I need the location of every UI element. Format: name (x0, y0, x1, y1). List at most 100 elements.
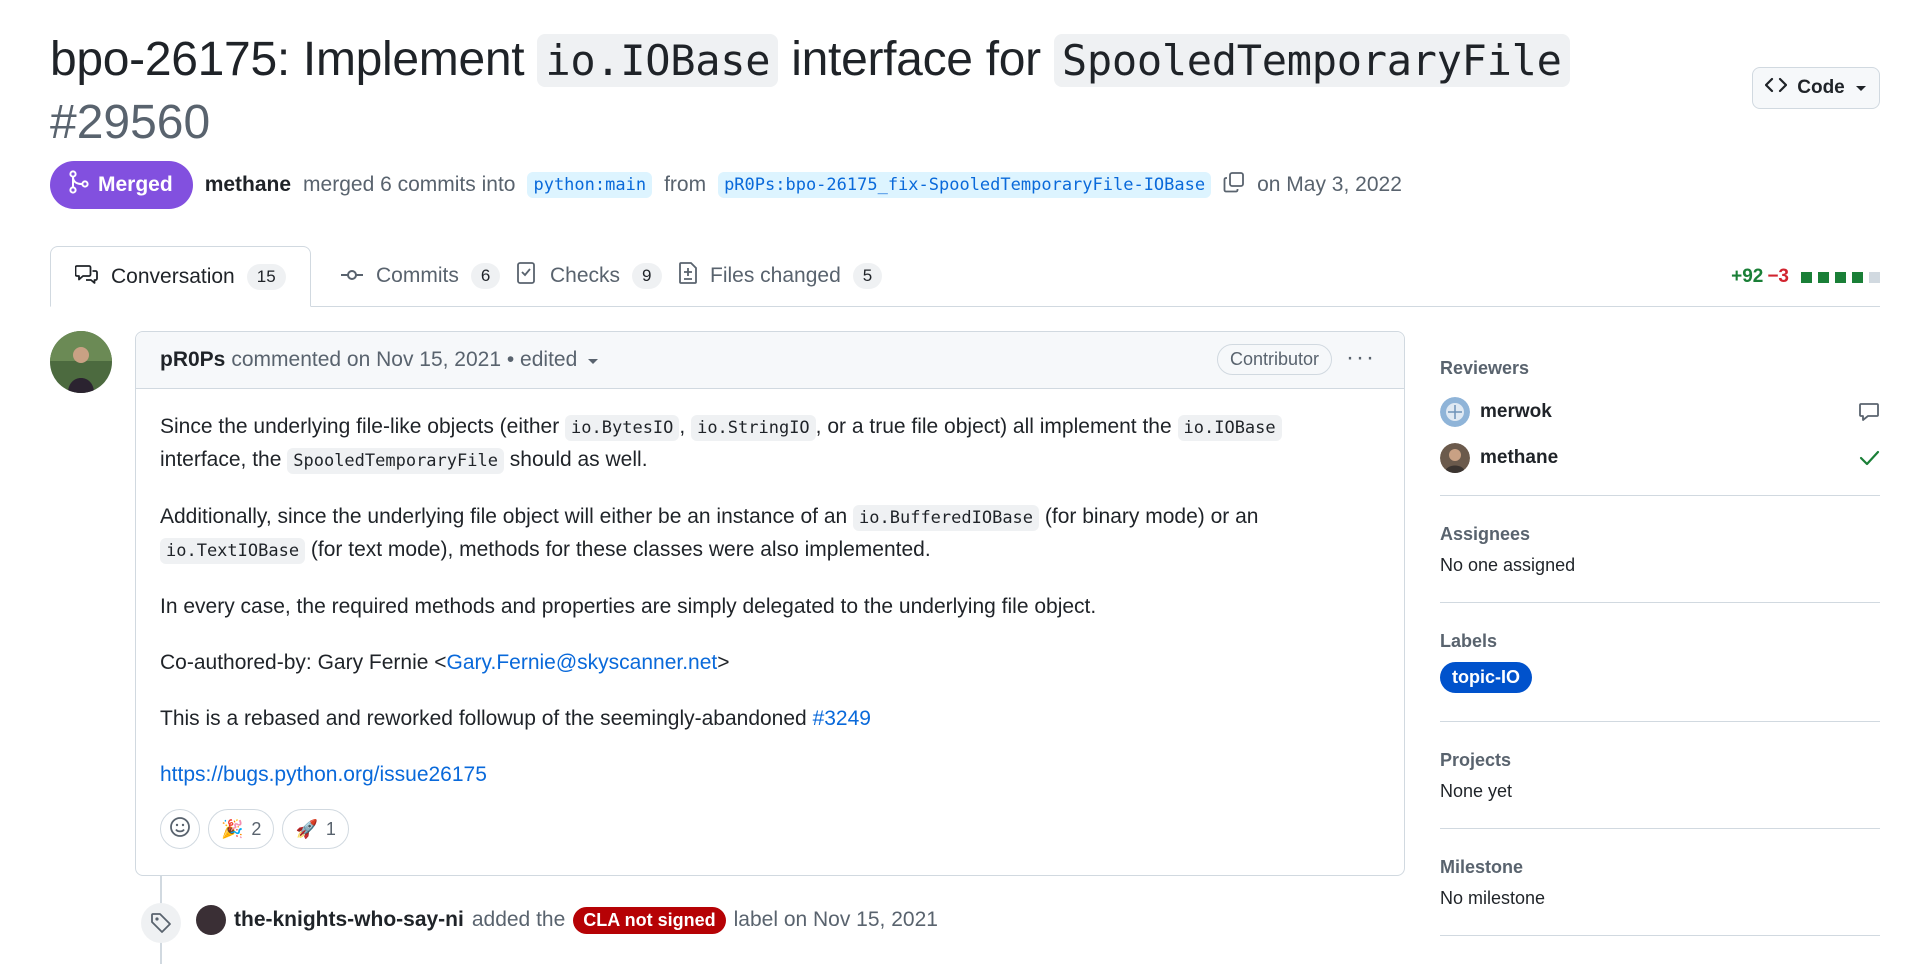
inline-code: io.IOBase (1177, 415, 1282, 441)
additions-count: +92 (1731, 266, 1764, 287)
timeline-label-event: the-knights-who-say-ni added the CLA not… (196, 905, 938, 935)
projects-title[interactable]: Projects (1440, 750, 1880, 771)
label-topic-io[interactable]: topic-IO (1440, 662, 1532, 693)
checklist-icon (516, 261, 538, 291)
pr-sidebar: Reviewers merwok methane Assignees No on… (1440, 340, 1880, 936)
merged-label: Merged (98, 173, 173, 196)
inline-code: SpooledTemporaryFile (287, 448, 504, 474)
diffstat-square (1852, 271, 1863, 283)
diffstat[interactable]: +92 −3 (1731, 266, 1880, 288)
copy-icon[interactable] (1223, 171, 1245, 199)
code-button[interactable]: Code (1752, 67, 1880, 109)
tab-counter: 5 (852, 263, 883, 289)
pr-title: bpo-26175: Implement io.IOBase interface… (50, 30, 1750, 91)
bug-tracker-link[interactable]: https://bugs.python.org/issue26175 (160, 763, 487, 786)
inline-code: io.TextIOBase (160, 538, 306, 564)
base-branch[interactable]: python:main (527, 172, 653, 198)
comment-paragraph: https://bugs.python.org/issue26175 (160, 759, 1380, 791)
reaction-rocket[interactable]: 🚀 1 (282, 809, 349, 849)
comment-author[interactable]: pR0Ps (160, 348, 225, 372)
assignees-title[interactable]: Assignees (1440, 524, 1880, 545)
event-actor[interactable]: the-knights-who-say-ni (234, 908, 464, 932)
assignees-value: No one assigned (1440, 555, 1576, 575)
rocket-icon: 🚀 (295, 818, 318, 839)
merged-state-badge: Merged (50, 161, 193, 209)
avatar[interactable] (196, 905, 226, 935)
check-icon (1858, 447, 1880, 475)
party-popper-icon: 🎉 (221, 818, 244, 839)
pr-description-comment: pR0Ps commented on Nov 15, 2021 • edited… (135, 331, 1405, 876)
tab-conversation[interactable]: Conversation 15 (50, 246, 311, 307)
contributor-badge: Contributor (1216, 344, 1332, 375)
reactions-bar: 🎉 2 🚀 1 (160, 809, 349, 849)
pr-title-area: bpo-26175: Implement io.IOBase interface… (50, 30, 1750, 153)
diffstat-square (1869, 271, 1880, 283)
comment-header: pR0Ps commented on Nov 15, 2021 • edited… (136, 332, 1404, 389)
avatar[interactable] (1440, 397, 1470, 427)
file-diff-icon (678, 261, 698, 291)
tab-label: Files changed (710, 264, 841, 287)
projects-value: None yet (1440, 781, 1513, 801)
reviewer-row: methane (1440, 435, 1880, 481)
git-commit-icon (340, 264, 364, 288)
reaction-count: 1 (325, 818, 336, 839)
code-button-label: Code (1797, 77, 1845, 98)
milestone-section: Milestone No milestone (1440, 857, 1880, 936)
comment-paragraph: This is a rebased and reworked followup … (160, 707, 871, 730)
reviewer-name[interactable]: methane (1480, 447, 1558, 469)
milestone-title[interactable]: Milestone (1440, 857, 1880, 878)
from-text: from (664, 173, 707, 196)
merge-text: merged 6 commits into (303, 173, 516, 196)
labels-title[interactable]: Labels (1440, 631, 1880, 652)
kebab-horizontal-icon[interactable]: ··· (1346, 344, 1376, 372)
inline-code: io.BytesIO (565, 415, 680, 441)
merge-date: on May 3, 2022 (1257, 173, 1402, 196)
comment-icon (1858, 401, 1880, 429)
diffstat-square (1818, 271, 1829, 283)
merger-link[interactable]: methane (205, 173, 291, 197)
triangle-down-icon[interactable] (587, 348, 599, 372)
comment-paragraph: Since the underlying file-like objects (… (160, 411, 1380, 477)
inline-code: io.StringIO (691, 415, 816, 441)
smiley-icon (169, 816, 191, 843)
title-code-iobase: io.IOBase (537, 34, 779, 87)
reaction-hooray[interactable]: 🎉 2 (208, 809, 275, 849)
cla-label[interactable]: CLA not signed (573, 906, 726, 934)
milestone-value: No milestone (1440, 888, 1546, 908)
comment-discussion-icon (74, 263, 99, 291)
pr-tabs: Conversation 15 Commits 6 Checks 9 Files… (50, 246, 1880, 307)
tab-label: Commits (376, 264, 459, 287)
diffstat-square (1835, 271, 1846, 283)
comment-paragraph: Co-authored-by: Gary Fernie <Gary.Fernie… (160, 651, 730, 674)
email-link[interactable]: Gary.Fernie@skyscanner.net (447, 651, 718, 674)
event-suffix: label on Nov 15, 2021 (733, 908, 938, 931)
comment-paragraph: In every case, the required methods and … (160, 595, 1097, 618)
diffstat-square (1801, 271, 1812, 283)
reviewer-name[interactable]: merwok (1480, 401, 1552, 423)
tab-label: Checks (550, 264, 621, 287)
pr-state-row: Merged methane merged 6 commits into pyt… (50, 161, 1402, 209)
comment-body: Since the underlying file-like objects (… (136, 389, 1404, 791)
reviewer-row: merwok (1440, 389, 1880, 435)
event-action: added the (471, 908, 566, 931)
comment-meta: commented on Nov 15, 2021 • edited (231, 348, 578, 371)
issue-link[interactable]: #3249 (813, 707, 871, 730)
assignees-section: Assignees No one assigned (1440, 524, 1880, 603)
projects-section: Projects None yet (1440, 750, 1880, 829)
git-merge-icon (68, 170, 90, 200)
avatar[interactable] (50, 331, 112, 393)
add-reaction-button[interactable] (160, 809, 200, 849)
tab-counter: 15 (246, 263, 286, 290)
reaction-count: 2 (251, 818, 262, 839)
reviewers-section: Reviewers merwok methane (1440, 358, 1880, 496)
avatar[interactable] (1440, 443, 1470, 473)
deletions-count: −3 (1767, 266, 1789, 287)
inline-code: io.BufferedIOBase (853, 505, 1040, 531)
tab-files-changed[interactable]: Files changed 5 (654, 246, 906, 306)
head-branch[interactable]: pR0Ps:bpo-26175_fix-SpooledTemporaryFile… (718, 172, 1212, 198)
reviewers-title[interactable]: Reviewers (1440, 358, 1880, 379)
pr-number: #29560 (50, 96, 211, 149)
tag-icon (141, 903, 181, 943)
tab-label: Conversation (111, 264, 235, 288)
code-icon (1765, 77, 1788, 99)
